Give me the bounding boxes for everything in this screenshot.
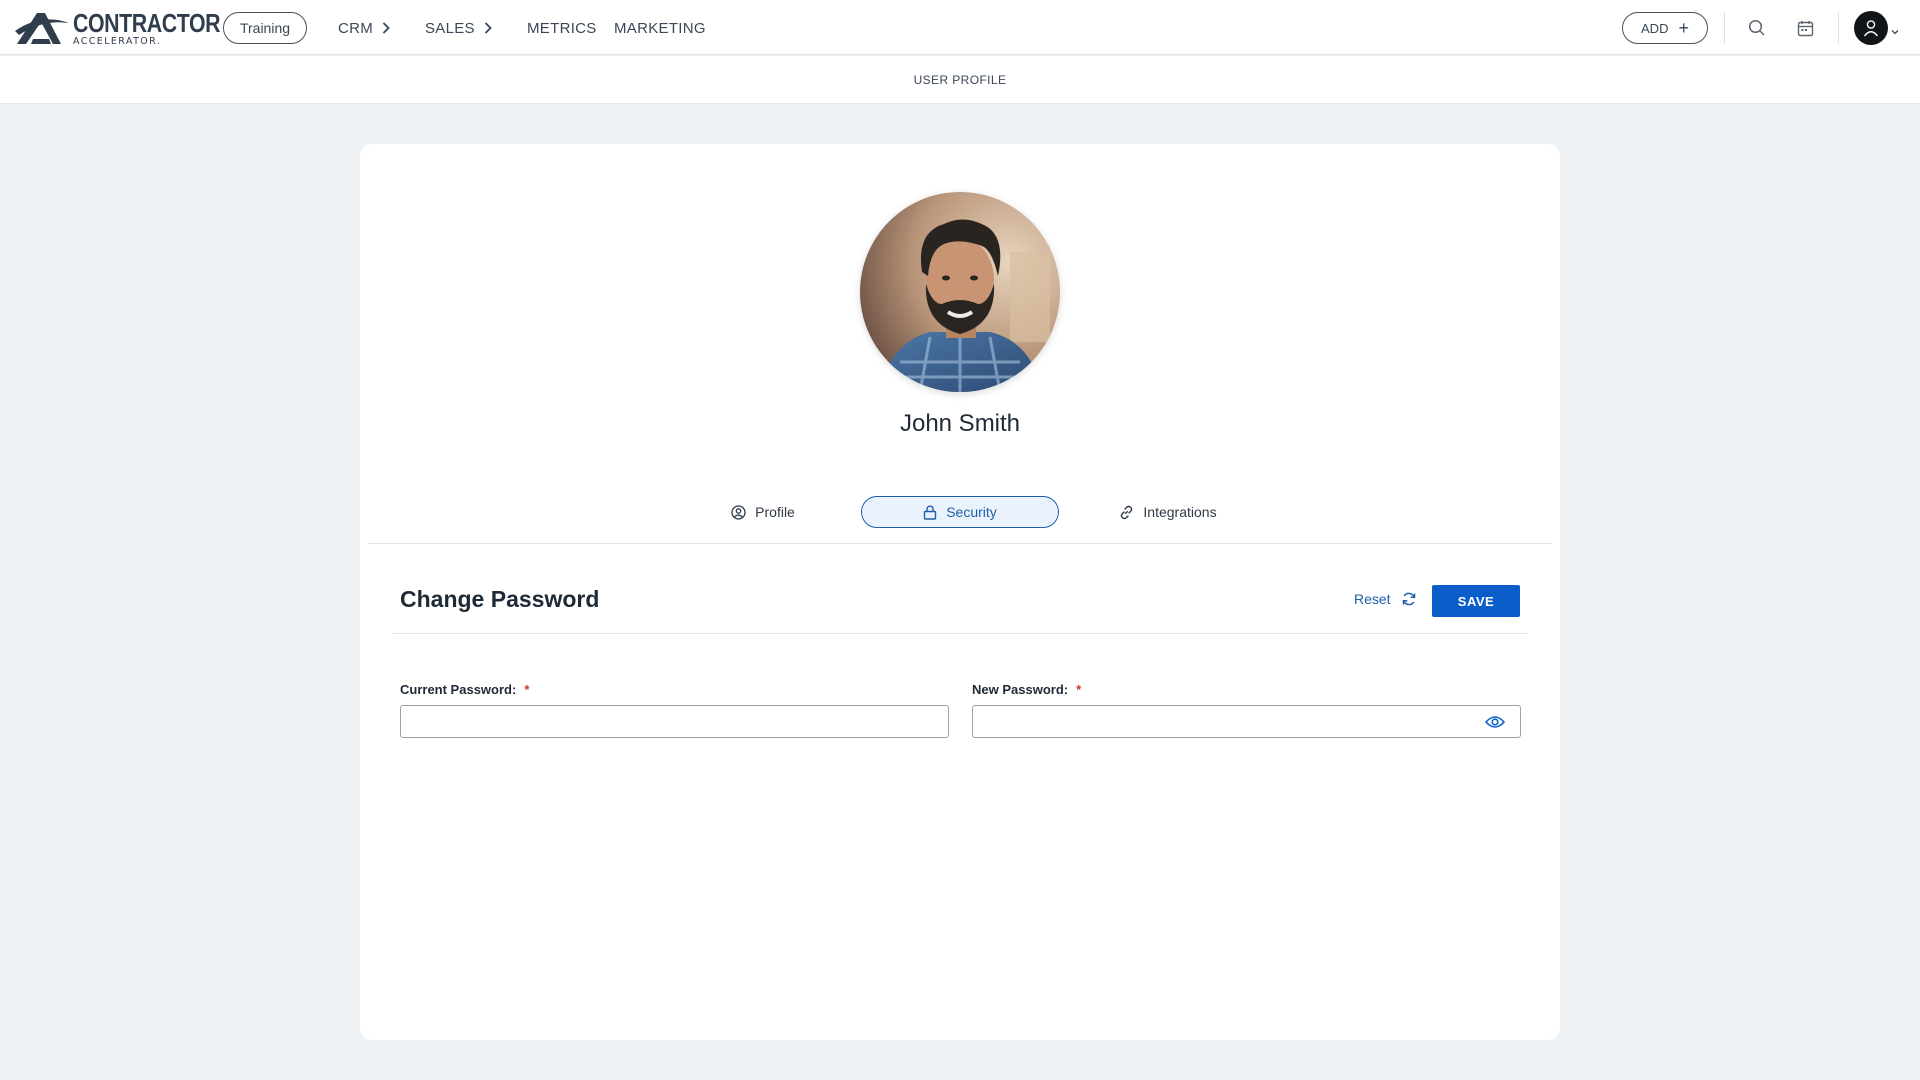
add-button[interactable]: ADD + xyxy=(1622,12,1708,44)
tabs-divider xyxy=(368,543,1552,544)
user-menu-avatar[interactable] xyxy=(1854,11,1888,45)
section-divider xyxy=(392,633,1528,634)
nav-item-label: METRICS xyxy=(527,19,597,37)
profile-tabs: Profile Security Integrations xyxy=(360,496,1560,530)
divider xyxy=(1838,12,1839,44)
current-password-field[interactable] xyxy=(400,705,949,738)
page-title: USER PROFILE xyxy=(913,72,1007,87)
chevron-down-icon[interactable] xyxy=(1891,22,1899,40)
user-icon xyxy=(1863,20,1879,37)
new-password-label: New Password: * xyxy=(972,682,1081,697)
tab-label: Profile xyxy=(755,504,795,520)
tab-label: Security xyxy=(946,504,997,520)
contractor-accelerator-logo[interactable]: CONTRACTOR ACCELERATOR. xyxy=(15,8,252,48)
required-marker: * xyxy=(1076,682,1082,697)
required-marker: * xyxy=(524,682,530,697)
logo-mark-icon xyxy=(15,13,69,44)
profile-photo[interactable] xyxy=(860,192,1060,392)
user-name: John Smith xyxy=(899,410,1021,437)
logo-tagline: ACCELERATOR. xyxy=(73,35,162,47)
refresh-icon xyxy=(1401,591,1417,607)
training-button[interactable]: Training xyxy=(223,12,307,44)
tab-integrations[interactable]: Integrations xyxy=(1094,496,1242,528)
divider xyxy=(1724,12,1725,44)
tab-security[interactable]: Security xyxy=(861,496,1059,528)
chevron-right-icon xyxy=(382,22,390,34)
user-circle-icon xyxy=(731,504,746,520)
save-button[interactable]: SAVE xyxy=(1432,585,1520,617)
logo-name: CONTRACTOR xyxy=(73,7,221,38)
current-password-label-text: Current Password: xyxy=(400,682,517,697)
nav-item-label: SALES xyxy=(425,19,475,37)
lock-icon xyxy=(923,504,937,520)
tab-profile[interactable]: Profile xyxy=(700,496,826,528)
new-password-label-text: New Password: xyxy=(972,682,1069,697)
link-icon xyxy=(1119,505,1134,520)
plus-icon: + xyxy=(1678,18,1689,38)
profile-card: John Smith Profile Security Integrations… xyxy=(360,144,1560,1040)
current-password-label: Current Password: * xyxy=(400,682,529,697)
profile-photo-image xyxy=(860,192,1060,392)
top-navigation-bar: CONTRACTOR ACCELERATOR. Training CRM SAL… xyxy=(0,0,1920,55)
nav-item-label: MARKETING xyxy=(614,19,706,37)
section-title: Change Password xyxy=(400,586,600,612)
nav-item-metrics[interactable]: METRICS xyxy=(527,16,597,40)
tab-label: Integrations xyxy=(1143,504,1217,520)
nav-item-crm[interactable]: CRM xyxy=(338,16,390,40)
reset-label: Reset xyxy=(1354,591,1391,607)
show-password-eye-icon[interactable] xyxy=(1484,712,1506,732)
reset-button[interactable]: Reset xyxy=(1354,591,1417,607)
nav-item-marketing[interactable]: MARKETING xyxy=(614,16,706,40)
chevron-right-icon xyxy=(484,22,492,34)
nav-item-label: CRM xyxy=(338,19,374,37)
new-password-field[interactable] xyxy=(972,705,1521,738)
search-icon[interactable] xyxy=(1745,16,1769,40)
nav-item-sales[interactable]: SALES xyxy=(425,16,492,40)
add-button-label: ADD xyxy=(1641,20,1669,36)
page-subheader: USER PROFILE xyxy=(0,56,1920,104)
calendar-icon[interactable] xyxy=(1793,16,1817,40)
